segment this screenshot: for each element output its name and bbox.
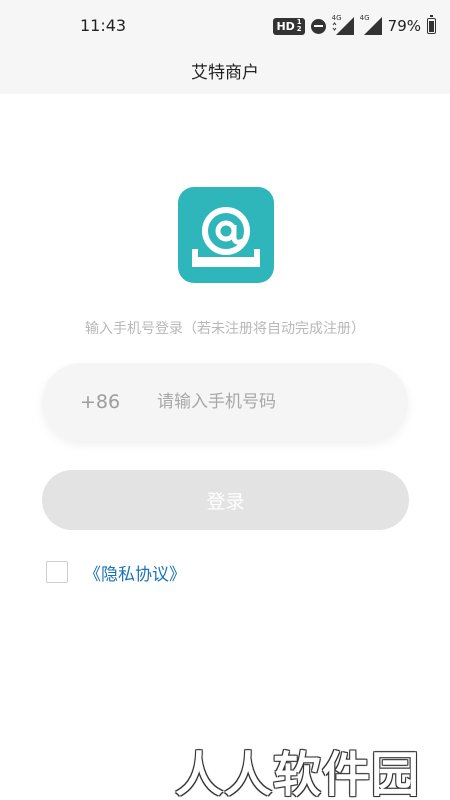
top-bar: 11:43 HD 1 2 4G 4G 79% 艾特商户 [0, 0, 450, 94]
signal-icon-2: 4G [360, 14, 382, 35]
battery-icon [427, 15, 436, 34]
status-icons: HD 1 2 4G 4G 79% [273, 14, 436, 37]
battery-percent: 79% [387, 17, 421, 35]
at-sign-icon [178, 187, 274, 283]
hd-fraction-bottom: 2 [296, 25, 302, 33]
watermark: 人人软件园 [175, 747, 421, 800]
country-code[interactable]: +86 [80, 391, 120, 413]
login-hint: 输入手机号登录（若未注册将自动完成注册） [85, 321, 365, 337]
hd-fraction: 1 2 [297, 19, 302, 33]
do-not-disturb-icon [310, 18, 326, 34]
phone-input[interactable] [157, 383, 387, 421]
phone-input-box: +86 [42, 363, 408, 441]
login-button[interactable]: 登录 [42, 470, 409, 530]
status-time: 11:43 [80, 16, 127, 35]
hd-label: HD [276, 19, 295, 33]
hd-voice-icon: HD 1 2 [273, 17, 305, 35]
privacy-checkbox[interactable] [46, 561, 68, 583]
battery-fill [429, 20, 434, 32]
signal-icon-1: 4G [332, 14, 354, 35]
privacy-agreement-link[interactable]: 《隐私协议》 [84, 560, 186, 585]
page-title: 艾特商户 [191, 63, 259, 83]
